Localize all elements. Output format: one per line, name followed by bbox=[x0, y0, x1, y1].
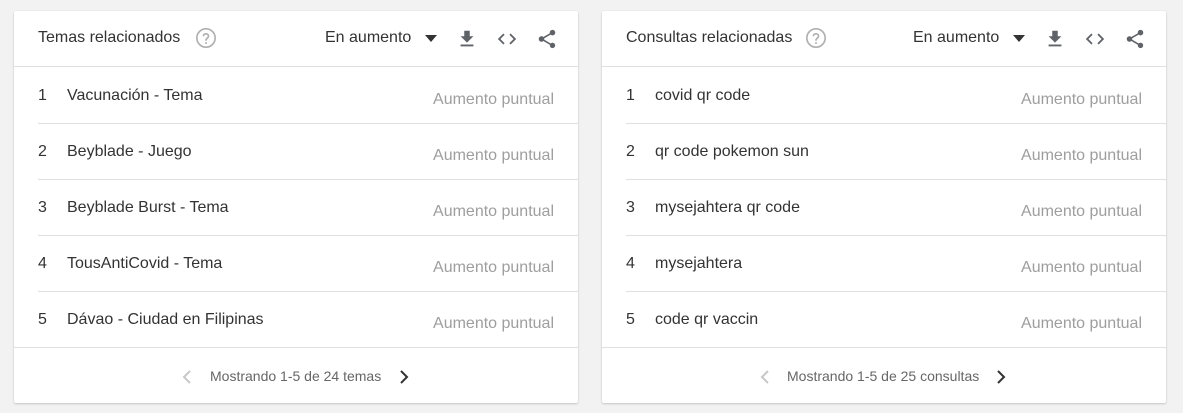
download-icon[interactable] bbox=[456, 28, 478, 50]
list-item: 1 Vacunación - Tema Aumento puntual bbox=[38, 68, 578, 124]
trend-value: Aumento puntual bbox=[433, 259, 554, 276]
trend-value: Aumento puntual bbox=[1021, 91, 1142, 108]
query-label[interactable]: mysejahtera qr code bbox=[655, 199, 800, 217]
panel-header: Temas relacionados En aumento bbox=[14, 11, 578, 67]
rank-number: 4 bbox=[38, 255, 47, 272]
topic-label[interactable]: TousAntiCovid - Tema bbox=[67, 255, 222, 273]
rank-number: 3 bbox=[626, 199, 635, 216]
trend-value: Aumento puntual bbox=[1021, 147, 1142, 164]
chevron-right-icon[interactable] bbox=[397, 369, 411, 385]
rank-number: 1 bbox=[38, 87, 47, 104]
filter-dropdown[interactable]: En aumento bbox=[913, 29, 999, 47]
topic-label[interactable]: Beyblade Burst - Tema bbox=[67, 199, 229, 217]
query-label[interactable]: qr code pokemon sun bbox=[655, 143, 809, 161]
list-item: 2 qr code pokemon sun Aumento puntual bbox=[626, 124, 1166, 180]
rank-number: 5 bbox=[38, 311, 47, 328]
pagination: Mostrando 1-5 de 24 temas bbox=[14, 347, 578, 403]
help-circle-icon[interactable] bbox=[805, 27, 827, 49]
query-label[interactable]: covid qr code bbox=[655, 87, 750, 105]
trend-value: Aumento puntual bbox=[1021, 259, 1142, 276]
list-item: 5 Dávao - Ciudad en Filipinas Aumento pu… bbox=[38, 292, 578, 348]
rank-number: 4 bbox=[626, 255, 635, 272]
query-label[interactable]: mysejahtera bbox=[655, 255, 742, 273]
trend-value: Aumento puntual bbox=[433, 147, 554, 164]
rank-number: 2 bbox=[626, 143, 635, 160]
trend-value: Aumento puntual bbox=[433, 315, 554, 332]
pagination-text: Mostrando 1-5 de 24 temas bbox=[210, 368, 382, 384]
list-item: 5 code qr vaccin Aumento puntual bbox=[626, 292, 1166, 348]
trend-value: Aumento puntual bbox=[433, 203, 554, 220]
download-icon[interactable] bbox=[1044, 28, 1066, 50]
rank-number: 3 bbox=[38, 199, 47, 216]
share-icon[interactable] bbox=[536, 28, 558, 50]
topic-label[interactable]: Vacunación - Tema bbox=[67, 87, 202, 105]
query-label[interactable]: code qr vaccin bbox=[655, 311, 758, 329]
rank-number: 5 bbox=[626, 311, 635, 328]
caret-down-icon[interactable] bbox=[425, 35, 437, 43]
related-queries-panel: Consultas relacionadas En aumento 1 covi… bbox=[602, 11, 1166, 403]
code-embed-icon[interactable] bbox=[496, 28, 518, 50]
chevron-left-icon[interactable] bbox=[180, 369, 194, 385]
chevron-left-icon[interactable] bbox=[758, 369, 772, 385]
rank-number: 1 bbox=[626, 87, 635, 104]
share-icon[interactable] bbox=[1124, 28, 1146, 50]
list-item: 3 mysejahtera qr code Aumento puntual bbox=[626, 180, 1166, 236]
code-embed-icon[interactable] bbox=[1084, 28, 1106, 50]
list-item: 4 TousAntiCovid - Tema Aumento puntual bbox=[38, 236, 578, 292]
help-circle-icon[interactable] bbox=[195, 27, 217, 49]
panel-header: Consultas relacionadas En aumento bbox=[602, 11, 1166, 67]
topic-label[interactable]: Dávao - Ciudad en Filipinas bbox=[67, 311, 264, 329]
list-item: 4 mysejahtera Aumento puntual bbox=[626, 236, 1166, 292]
topic-label[interactable]: Beyblade - Juego bbox=[67, 143, 192, 161]
filter-dropdown[interactable]: En aumento bbox=[325, 29, 411, 47]
list-item: 3 Beyblade Burst - Tema Aumento puntual bbox=[38, 180, 578, 236]
panel-title: Consultas relacionadas bbox=[626, 29, 793, 46]
list-item: 1 covid qr code Aumento puntual bbox=[626, 68, 1166, 124]
rank-number: 2 bbox=[38, 143, 47, 160]
list-item: 2 Beyblade - Juego Aumento puntual bbox=[38, 124, 578, 180]
trend-value: Aumento puntual bbox=[433, 91, 554, 108]
caret-down-icon[interactable] bbox=[1013, 35, 1025, 43]
pagination-text: Mostrando 1-5 de 25 consultas bbox=[787, 368, 980, 384]
pagination: Mostrando 1-5 de 25 consultas bbox=[602, 347, 1166, 403]
trend-value: Aumento puntual bbox=[1021, 203, 1142, 220]
panel-title: Temas relacionados bbox=[38, 29, 181, 46]
trend-value: Aumento puntual bbox=[1021, 315, 1142, 332]
chevron-right-icon[interactable] bbox=[994, 369, 1008, 385]
related-topics-panel: Temas relacionados En aumento 1 Vacunaci… bbox=[14, 11, 578, 403]
